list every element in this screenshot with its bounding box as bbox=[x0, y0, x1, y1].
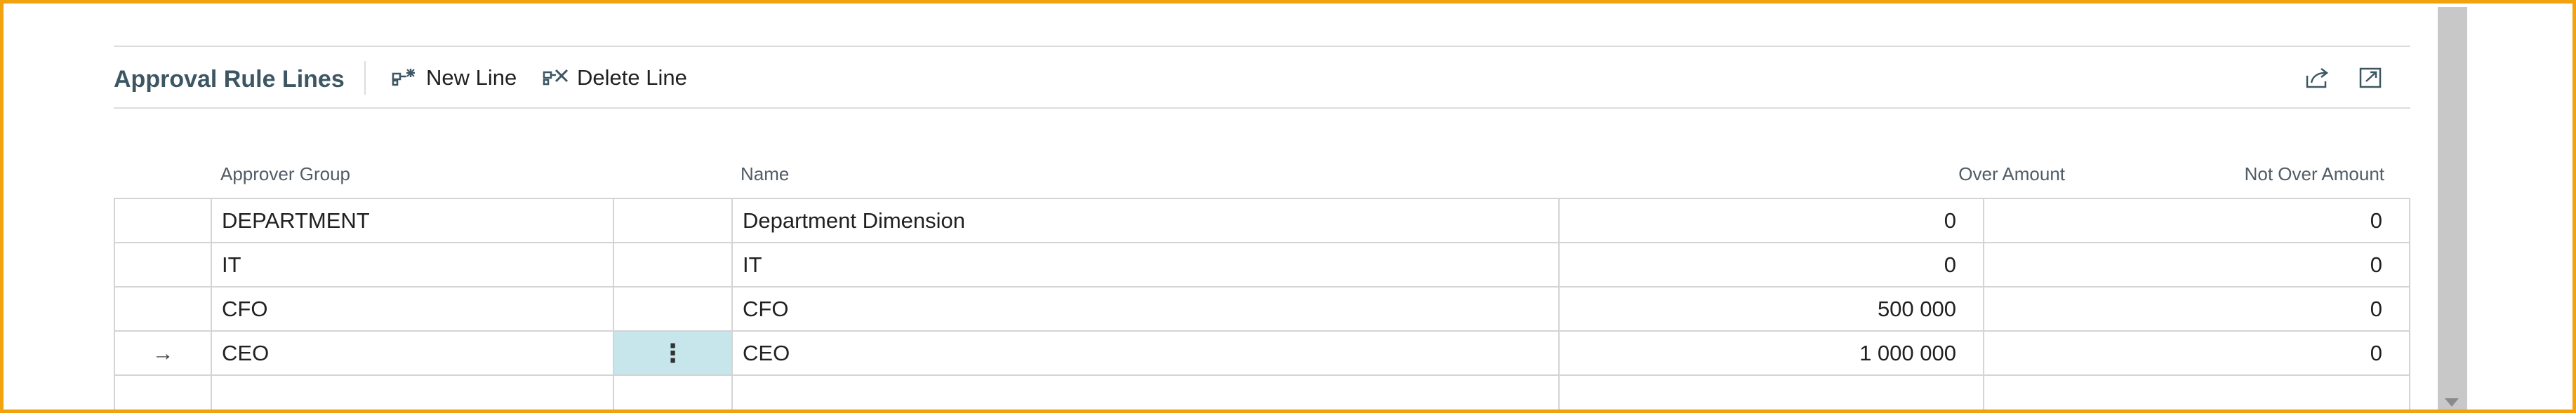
name-cell[interactable] bbox=[731, 376, 1558, 409]
row-menu-cell[interactable] bbox=[613, 287, 731, 330]
lines-grid: DEPARTMENT Department Dimension 0 0 IT I… bbox=[114, 198, 2410, 409]
not-over-amount-cell[interactable] bbox=[1983, 376, 2410, 409]
not-over-amount-cell[interactable]: 0 bbox=[1983, 287, 2410, 330]
table-row[interactable]: CFO CFO 500 000 0 bbox=[114, 287, 2410, 332]
current-row-arrow-icon: → bbox=[114, 332, 211, 374]
over-amount-cell[interactable]: 0 bbox=[1558, 199, 1983, 242]
header-divider bbox=[114, 107, 2410, 109]
approval-rule-lines-part: Approval Rule Lines New Line Delete Line… bbox=[114, 4, 2410, 409]
column-header-name[interactable]: Name bbox=[741, 161, 789, 187]
approver-group-cell[interactable]: DEPARTMENT bbox=[211, 199, 613, 242]
name-cell[interactable]: Department Dimension bbox=[731, 199, 1558, 242]
over-amount-cell[interactable]: 1 000 000 bbox=[1558, 332, 1983, 374]
name-cell[interactable]: CFO bbox=[731, 287, 1558, 330]
vertical-scrollbar[interactable] bbox=[2438, 7, 2467, 409]
row-menu-cell[interactable] bbox=[613, 243, 731, 286]
row-menu-button[interactable]: ⋮ bbox=[613, 332, 731, 374]
part-title: Approval Rule Lines bbox=[114, 66, 345, 93]
delete-line-button[interactable]: Delete Line bbox=[542, 62, 687, 93]
new-line-icon bbox=[391, 66, 419, 90]
approver-group-cell[interactable] bbox=[211, 376, 613, 409]
approver-group-cell[interactable]: CFO bbox=[211, 287, 613, 330]
more-options-icon: ⋮ bbox=[660, 339, 686, 367]
approver-group-cell[interactable]: IT bbox=[211, 243, 613, 286]
row-menu-cell[interactable] bbox=[613, 199, 731, 242]
name-cell[interactable]: CEO bbox=[731, 332, 1558, 374]
approver-group-cell[interactable]: CEO bbox=[211, 332, 613, 374]
over-amount-cell[interactable]: 500 000 bbox=[1558, 287, 1983, 330]
share-icon[interactable] bbox=[2302, 62, 2333, 93]
table-row[interactable]: DEPARTMENT Department Dimension 0 0 bbox=[114, 199, 2410, 243]
scroll-down-icon[interactable] bbox=[2445, 398, 2459, 407]
column-header-over-amount[interactable]: Over Amount bbox=[1791, 161, 2065, 187]
table-row[interactable]: IT IT 0 0 bbox=[114, 243, 2410, 287]
delete-line-label: Delete Line bbox=[577, 65, 687, 90]
row-indicator bbox=[114, 287, 211, 330]
new-line-button[interactable]: New Line bbox=[391, 62, 517, 93]
row-menu-cell[interactable] bbox=[613, 376, 731, 409]
over-amount-cell[interactable] bbox=[1558, 376, 1983, 409]
row-indicator bbox=[114, 243, 211, 286]
header-separator bbox=[364, 61, 366, 95]
part-header: Approval Rule Lines New Line Delete Line bbox=[114, 47, 2410, 107]
column-header-not-over-amount[interactable]: Not Over Amount bbox=[2079, 161, 2384, 187]
table-row-selected[interactable]: → CEO ⋮ CEO 1 000 000 0 bbox=[114, 332, 2410, 376]
row-indicator bbox=[114, 376, 211, 409]
delete-line-icon bbox=[542, 66, 570, 90]
table-row-empty[interactable] bbox=[114, 376, 2410, 409]
not-over-amount-cell[interactable]: 0 bbox=[1983, 332, 2410, 374]
name-cell[interactable]: IT bbox=[731, 243, 1558, 286]
row-indicator bbox=[114, 199, 211, 242]
not-over-amount-cell[interactable]: 0 bbox=[1983, 199, 2410, 242]
not-over-amount-cell[interactable]: 0 bbox=[1983, 243, 2410, 286]
expand-icon[interactable] bbox=[2355, 62, 2386, 93]
page-frame: Approval Rule Lines New Line Delete Line… bbox=[0, 0, 2576, 413]
column-header-approver-group[interactable]: Approver Group bbox=[220, 161, 350, 187]
over-amount-cell[interactable]: 0 bbox=[1558, 243, 1983, 286]
new-line-label: New Line bbox=[426, 65, 517, 90]
